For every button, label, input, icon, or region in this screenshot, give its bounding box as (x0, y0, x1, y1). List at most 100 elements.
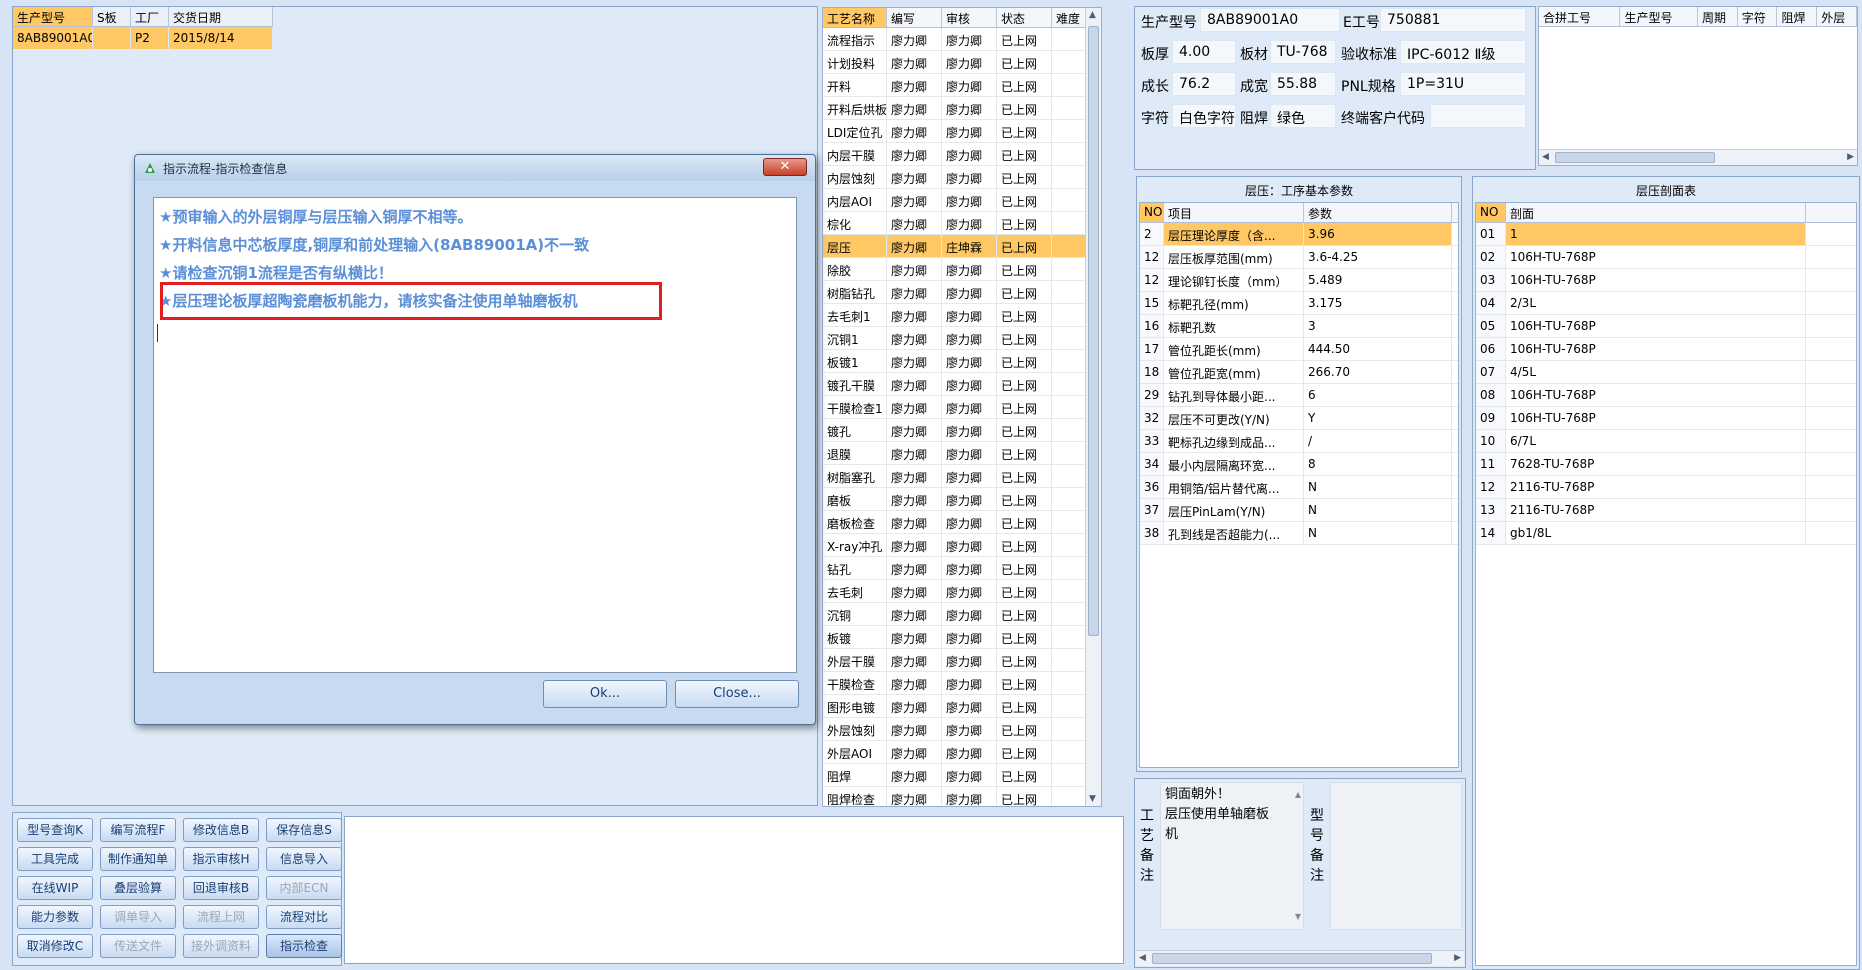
table-row[interactable]: 去毛刺1 廖力卿 廖力卿 已上网 (823, 304, 1101, 327)
action-button[interactable]: 型号查询K (17, 818, 93, 842)
dialog-titlebar[interactable]: 指示流程-指示检查信息 ✕ (135, 155, 815, 181)
table-row[interactable]: 镀孔干膜 廖力卿 廖力卿 已上网 (823, 373, 1101, 396)
length-field[interactable]: 76.2 (1172, 72, 1236, 96)
action-button[interactable]: 指示检查 (266, 934, 342, 958)
table-row[interactable]: 38 孔到线是否超能力(... N (1140, 522, 1458, 545)
table-row[interactable]: 内层干膜 廖力卿 廖力卿 已上网 (823, 143, 1101, 166)
standard-field[interactable]: IPC-6012 Ⅱ级 (1400, 40, 1526, 64)
silkscreen-field[interactable]: 白色字符 (1172, 104, 1236, 128)
scroll-down-icon[interactable]: ▼ (1089, 794, 1096, 804)
action-button[interactable]: 编写流程F (100, 818, 176, 842)
table-row[interactable]: 13 2116-TU-768P (1476, 499, 1856, 522)
scroll-thumb[interactable] (1088, 26, 1099, 636)
table-row[interactable]: 外层干膜 廖力卿 廖力卿 已上网 (823, 649, 1101, 672)
reviewer-header[interactable]: 审核 (942, 8, 997, 27)
table-row[interactable]: 8AB89001A0 P2 2015/8/14 (13, 27, 273, 49)
table-row[interactable]: 外层AOI 廖力卿 廖力卿 已上网 (823, 741, 1101, 764)
table-row[interactable]: 阻焊 廖力卿 廖力卿 已上网 (823, 764, 1101, 787)
table-row[interactable]: 树脂塞孔 廖力卿 廖力卿 已上网 (823, 465, 1101, 488)
close-icon[interactable]: ✕ (763, 158, 807, 176)
table-row[interactable]: X-ray冲孔 廖力卿 廖力卿 已上网 (823, 534, 1101, 557)
table-row[interactable]: 除胶 廖力卿 廖力卿 已上网 (823, 258, 1101, 281)
table-row[interactable]: 镀孔 廖力卿 廖力卿 已上网 (823, 419, 1101, 442)
table-row[interactable]: 07 4/5L (1476, 361, 1856, 384)
table-row[interactable]: 17 管位孔距长(mm) 444.50 (1140, 338, 1458, 361)
merge-char-header[interactable]: 字符 (1738, 7, 1778, 26)
thickness-field[interactable]: 4.00 (1172, 40, 1236, 64)
material-field[interactable]: TU-768 (1270, 40, 1336, 64)
table-row[interactable]: 磨板检查 廖力卿 廖力卿 已上网 (823, 511, 1101, 534)
table-row[interactable]: 板镀1 廖力卿 廖力卿 已上网 (823, 350, 1101, 373)
action-button[interactable]: 信息导入 (266, 847, 342, 871)
table-row[interactable]: 钻孔 廖力卿 廖力卿 已上网 (823, 557, 1101, 580)
table-row[interactable]: 沉铜 廖力卿 廖力卿 已上网 (823, 603, 1101, 626)
table-row[interactable]: 29 钻孔到导体最小距... 6 (1140, 384, 1458, 407)
table-row[interactable]: 12 层压板厚范围(mm) 3.6-4.25 (1140, 246, 1458, 269)
table-row[interactable]: 15 标靶孔径(mm) 3.175 (1140, 292, 1458, 315)
soldermask-field[interactable]: 绿色 (1270, 104, 1336, 128)
process-name-header[interactable]: 工艺名称 (823, 8, 887, 27)
close-button[interactable]: Close... (675, 680, 799, 708)
merge-mask-header[interactable]: 阻焊 (1777, 7, 1818, 26)
table-row[interactable]: 棕化 廖力卿 廖力卿 已上网 (823, 212, 1101, 235)
table-row[interactable]: 退膜 廖力卿 廖力卿 已上网 (823, 442, 1101, 465)
table-row[interactable]: 外层蚀刻 廖力卿 廖力卿 已上网 (823, 718, 1101, 741)
action-button[interactable]: 内部ECN (266, 876, 342, 900)
bottom-text-area[interactable] (344, 816, 1124, 964)
table-row[interactable]: 内层AOI 廖力卿 廖力卿 已上网 (823, 189, 1101, 212)
table-row[interactable]: 14 gb1/8L (1476, 522, 1856, 545)
model-note-field[interactable] (1330, 782, 1462, 930)
table-row[interactable]: 11 7628-TU-768P (1476, 453, 1856, 476)
message-area[interactable]: ★预审输入的外层铜厚与层压输入铜厚不相等。 ★开料信息中芯板厚度,铜厚和前处理输… (153, 197, 797, 673)
action-button[interactable]: 取消修改C (17, 934, 93, 958)
params-no-header[interactable]: NO (1140, 203, 1164, 222)
scroll-right-icon[interactable]: ▶ (1847, 152, 1854, 162)
customer-code-field[interactable] (1430, 104, 1526, 128)
sboard-col-header[interactable]: S板 (93, 7, 131, 26)
table-row[interactable]: LDI定位孔 廖力卿 廖力卿 已上网 (823, 120, 1101, 143)
table-row[interactable]: 流程指示 廖力卿 廖力卿 已上网 (823, 28, 1101, 51)
params-value-header[interactable]: 参数 (1304, 203, 1452, 222)
table-row[interactable]: 18 管位孔距宽(mm) 266.70 (1140, 361, 1458, 384)
scroll-up-icon[interactable]: ▲ (1089, 10, 1096, 20)
merge-hscroll[interactable]: ◀ ▶ (1539, 149, 1857, 165)
table-row[interactable]: 06 106H-TU-768P (1476, 338, 1856, 361)
action-button[interactable]: 流程对比 (266, 905, 342, 929)
table-row[interactable]: 36 用铜箔/铝片替代离... N (1140, 476, 1458, 499)
pnl-field[interactable]: 1P=31U (1400, 72, 1526, 96)
merge-period-header[interactable]: 周期 (1698, 7, 1738, 26)
merge-job-header[interactable]: 合拼工号 (1539, 7, 1621, 26)
table-row[interactable]: 图形电镀 廖力卿 廖力卿 已上网 (823, 695, 1101, 718)
action-button[interactable]: 修改信息B (183, 818, 259, 842)
table-row[interactable]: 树脂钻孔 廖力卿 廖力卿 已上网 (823, 281, 1101, 304)
action-button[interactable]: 流程上网 (183, 905, 259, 929)
table-row[interactable]: 磨板 廖力卿 廖力卿 已上网 (823, 488, 1101, 511)
action-button[interactable]: 叠层验算 (100, 876, 176, 900)
table-row[interactable]: 04 2/3L (1476, 292, 1856, 315)
action-button[interactable]: 能力参数 (17, 905, 93, 929)
table-row[interactable]: 37 层压PinLam(Y/N) N (1140, 499, 1458, 522)
model-col-header[interactable]: 生产型号 (13, 7, 93, 26)
table-row[interactable]: 2 层压理论厚度（含... 3.96 (1140, 223, 1458, 246)
stack-no-header[interactable]: NO (1476, 203, 1506, 222)
process-scrollbar[interactable]: ▲ ▼ (1085, 8, 1101, 806)
status-header[interactable]: 状态 (997, 8, 1052, 27)
factory-col-header[interactable]: 工厂 (131, 7, 169, 26)
writer-header[interactable]: 编写 (887, 8, 942, 27)
table-row[interactable]: 12 理论铆钉长度（mm） 5.489 (1140, 269, 1458, 292)
table-row[interactable]: 阻焊检查 廖力卿 廖力卿 已上网 (823, 787, 1101, 806)
table-row[interactable]: 33 靶标孔边缘到成品... / (1140, 430, 1458, 453)
notes-hscroll[interactable]: ◀ ▶ (1136, 950, 1464, 966)
table-row[interactable]: 计划投料 廖力卿 廖力卿 已上网 (823, 51, 1101, 74)
action-button[interactable]: 传送文件 (100, 934, 176, 958)
scroll-right-icon[interactable]: ▶ (1454, 953, 1461, 963)
action-button[interactable]: 工具完成 (17, 847, 93, 871)
width-field[interactable]: 55.88 (1270, 72, 1336, 96)
table-row[interactable]: 板镀 廖力卿 廖力卿 已上网 (823, 626, 1101, 649)
table-row[interactable]: 08 106H-TU-768P (1476, 384, 1856, 407)
date-col-header[interactable]: 交货日期 (169, 7, 273, 26)
table-row[interactable]: 02 106H-TU-768P (1476, 246, 1856, 269)
scroll-down-icon[interactable]: ▼ (1295, 907, 1301, 927)
table-row[interactable]: 10 6/7L (1476, 430, 1856, 453)
table-row[interactable]: 01 1 (1476, 223, 1856, 246)
